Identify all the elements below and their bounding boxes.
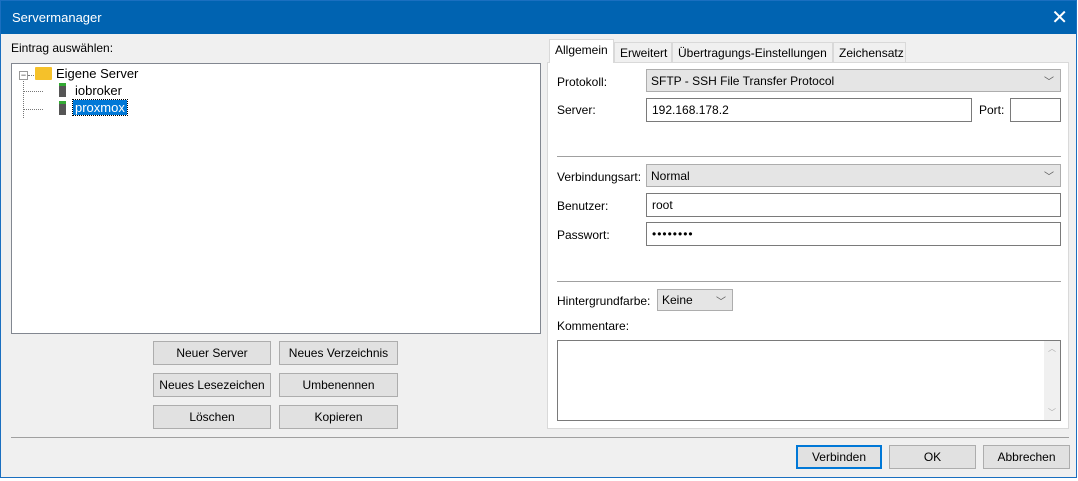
scroll-up-icon[interactable]: ︿ xyxy=(1048,343,1056,354)
connect-button[interactable]: Verbinden xyxy=(796,445,882,469)
new-bookmark-button[interactable]: Neues Lesezeichen xyxy=(153,373,271,397)
bg-color-value: Keine xyxy=(662,293,693,307)
select-entry-label: Eintrag auswählen: xyxy=(11,41,114,55)
delete-button[interactable]: Löschen xyxy=(153,405,271,429)
rename-button[interactable]: Umbenennen xyxy=(279,373,398,397)
user-label: Benutzer: xyxy=(557,199,609,213)
chevron-down-icon: ﹀ xyxy=(1044,172,1054,183)
logon-type-label: Verbindungsart: xyxy=(557,170,642,184)
server-icon xyxy=(59,101,66,115)
tab-allgemein[interactable]: Allgemein xyxy=(549,39,614,63)
bg-color-label: Hintergrundfarbe: xyxy=(557,294,651,308)
user-input[interactable]: root xyxy=(646,193,1061,217)
logon-type-select[interactable]: Normal ﹀ xyxy=(646,164,1061,187)
server-tree[interactable]: − Eigene Server iobroker proxmox xyxy=(11,63,541,334)
comments-label: Kommentare: xyxy=(557,319,630,333)
logon-type-value: Normal xyxy=(651,169,690,183)
tree-item-iobroker[interactable]: iobroker xyxy=(75,83,122,98)
password-label: Passwort: xyxy=(557,228,610,242)
chevron-down-icon: ﹀ xyxy=(1044,77,1054,88)
divider xyxy=(557,156,1061,157)
chevron-down-icon: ﹀ xyxy=(716,297,726,308)
password-input[interactable]: •••••••• xyxy=(646,222,1061,246)
protocol-label: Protokoll: xyxy=(557,75,608,89)
new-server-button[interactable]: Neuer Server xyxy=(153,341,271,365)
ok-button[interactable]: OK xyxy=(889,445,976,469)
protocol-value: SFTP - SSH File Transfer Protocol xyxy=(651,74,835,88)
server-input[interactable]: 192.168.178.2 xyxy=(646,98,972,122)
divider xyxy=(557,281,1061,282)
comments-textarea[interactable]: ︿ ﹀ xyxy=(557,340,1061,421)
protocol-select[interactable]: SFTP - SSH File Transfer Protocol ﹀ xyxy=(646,69,1061,92)
port-input[interactable] xyxy=(1010,98,1061,122)
servermanager-dialog: Servermanager ✕ Eintrag auswählen: − Eig… xyxy=(0,0,1077,478)
tree-item-proxmox[interactable]: proxmox xyxy=(72,99,128,116)
tab-charset[interactable]: Zeichensatz xyxy=(833,42,906,63)
tree-root[interactable]: Eigene Server xyxy=(56,66,138,81)
server-icon xyxy=(59,83,66,97)
tab-transfer-settings[interactable]: Übertragungs-Einstellungen xyxy=(672,42,833,63)
collapse-icon[interactable]: − xyxy=(19,71,28,80)
folder-icon xyxy=(35,67,52,80)
window-title: Servermanager xyxy=(12,10,102,25)
server-label: Server: xyxy=(557,103,596,117)
new-folder-button[interactable]: Neues Verzeichnis xyxy=(279,341,398,365)
footer-divider xyxy=(11,437,1069,438)
port-label: Port: xyxy=(979,103,1005,117)
bg-color-select[interactable]: Keine ﹀ xyxy=(657,289,733,311)
tab-erweitert[interactable]: Erweitert xyxy=(614,42,672,63)
scrollbar[interactable]: ︿ ﹀ xyxy=(1044,341,1060,420)
cancel-button[interactable]: Abbrechen xyxy=(983,445,1070,469)
title-bar: Servermanager ✕ xyxy=(1,1,1076,34)
scroll-down-icon[interactable]: ﹀ xyxy=(1048,407,1056,418)
close-icon[interactable]: ✕ xyxy=(1051,5,1068,30)
copy-button[interactable]: Kopieren xyxy=(279,405,398,429)
